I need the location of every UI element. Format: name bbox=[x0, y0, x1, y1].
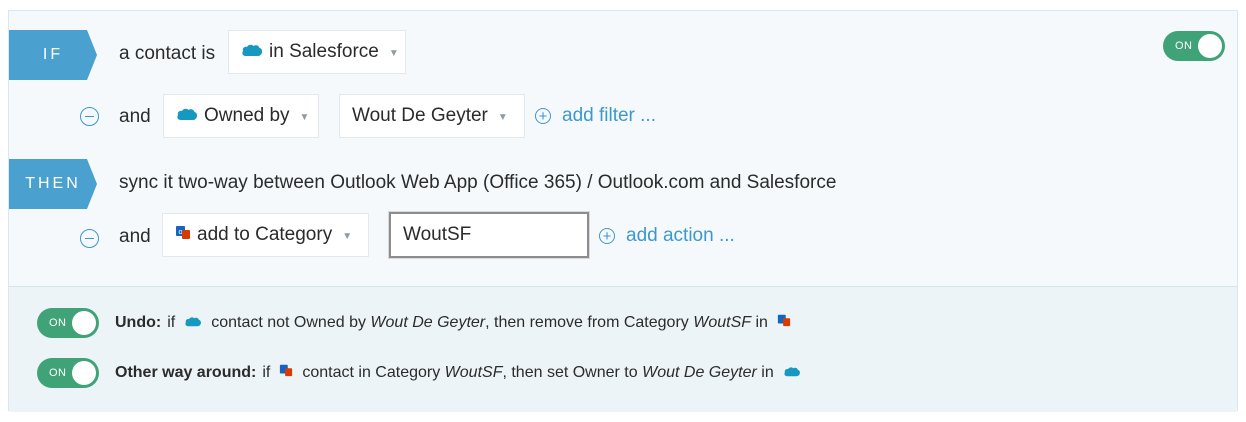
outlook-icon bbox=[279, 363, 293, 383]
undo-if: if bbox=[167, 314, 176, 331]
if-tag-label: IF bbox=[42, 46, 64, 63]
undo-category: WoutSF bbox=[693, 314, 752, 331]
filter-value: Wout De Geyter bbox=[352, 105, 488, 126]
add-action-label: add action ... bbox=[626, 225, 735, 246]
chevron-down-icon: ▼ bbox=[388, 47, 399, 59]
undo-text3: in bbox=[755, 314, 768, 331]
salesforce-icon bbox=[176, 105, 198, 127]
toggle-knob bbox=[72, 361, 96, 385]
condition-value: in Salesforce bbox=[269, 41, 379, 62]
reverse-if: if bbox=[262, 364, 271, 381]
category-input-value: WoutSF bbox=[403, 224, 472, 245]
chevron-down-icon: ▼ bbox=[342, 230, 353, 242]
filter-and-label: and bbox=[119, 106, 151, 127]
sync-rule-panel bbox=[8, 10, 1238, 412]
reverse-text2: , then set Owner to bbox=[502, 364, 638, 381]
add-action-link[interactable]: + add action ... bbox=[599, 225, 735, 247]
action-field-dropdown[interactable]: o add to Category ▼ bbox=[162, 213, 369, 257]
filter-value-dropdown[interactable]: Wout De Geyter ▼ bbox=[339, 94, 525, 138]
outlook-icon: o bbox=[175, 224, 191, 246]
reverse-category: WoutSF bbox=[444, 364, 503, 381]
undo-title: Undo: bbox=[115, 314, 162, 331]
undo-text2: , then remove from Category bbox=[485, 314, 689, 331]
then-tag: THEN bbox=[9, 159, 97, 209]
undo-description: Undo: if contact not Owned by Wout De Ge… bbox=[115, 313, 800, 333]
condition-dropdown[interactable]: in Salesforce ▼ bbox=[228, 30, 406, 74]
toggle-label: ON bbox=[49, 317, 67, 329]
then-description: sync it two-way between Outlook Web App … bbox=[119, 172, 837, 193]
rule-enabled-toggle[interactable]: ON bbox=[1163, 31, 1225, 61]
filter-field-value: Owned by bbox=[204, 105, 290, 126]
then-tag-label: THEN bbox=[25, 175, 81, 192]
if-tag: IF bbox=[9, 30, 97, 80]
reverse-title: Other way around: bbox=[115, 364, 257, 381]
action-field-value: add to Category bbox=[197, 224, 333, 245]
toggle-label: ON bbox=[1175, 40, 1193, 52]
remove-action-icon[interactable] bbox=[80, 229, 99, 248]
toggle-knob bbox=[1198, 34, 1222, 58]
undo-text1: contact not Owned by bbox=[211, 314, 366, 331]
category-input[interactable]: WoutSF bbox=[389, 212, 589, 258]
salesforce-icon bbox=[783, 363, 801, 383]
add-filter-link[interactable]: + add filter ... bbox=[535, 105, 656, 127]
salesforce-icon bbox=[241, 41, 263, 63]
reverse-toggle[interactable]: ON bbox=[37, 358, 99, 388]
action-and-label: and bbox=[119, 226, 151, 247]
add-filter-label: add filter ... bbox=[562, 105, 656, 126]
rule-options bbox=[9, 286, 1237, 412]
reverse-text3: in bbox=[761, 364, 774, 381]
chevron-down-icon: ▼ bbox=[497, 111, 508, 123]
reverse-owner: Wout De Geyter bbox=[642, 364, 757, 381]
chevron-down-icon: ▼ bbox=[299, 111, 310, 123]
add-icon: + bbox=[599, 228, 615, 244]
filter-field-dropdown[interactable]: Owned by ▼ bbox=[163, 94, 319, 138]
toggle-knob bbox=[72, 311, 96, 335]
condition-prefix: a contact is bbox=[119, 43, 216, 64]
salesforce-icon bbox=[184, 313, 202, 333]
reverse-text1: contact in Category bbox=[302, 364, 441, 381]
undo-owner: Wout De Geyter bbox=[370, 314, 486, 331]
remove-filter-icon[interactable] bbox=[80, 107, 99, 126]
outlook-icon bbox=[777, 313, 791, 333]
add-icon: + bbox=[535, 108, 551, 124]
toggle-label: ON bbox=[49, 367, 67, 379]
undo-toggle[interactable]: ON bbox=[37, 308, 99, 338]
reverse-description: Other way around: if contact in Category… bbox=[115, 363, 810, 383]
